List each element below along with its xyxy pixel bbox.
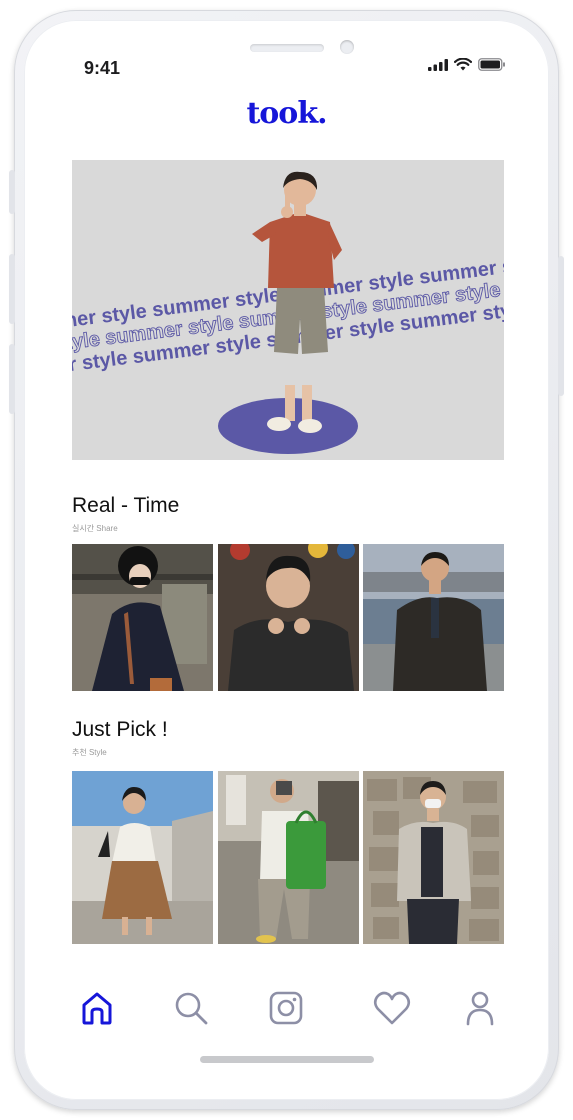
bottom-tab-bar bbox=[48, 986, 525, 1030]
wifi-icon bbox=[454, 58, 472, 71]
tab-instagram[interactable] bbox=[264, 986, 308, 1030]
app-logo: took. bbox=[246, 96, 327, 131]
hero-illustration: mmer style summer style summer style sum… bbox=[72, 171, 504, 454]
home-indicator[interactable] bbox=[200, 1056, 374, 1063]
realtime-photo-grid bbox=[72, 544, 504, 691]
tab-profile[interactable] bbox=[458, 986, 502, 1030]
realtime-photo-1[interactable] bbox=[72, 544, 213, 691]
justpick-photo-3[interactable] bbox=[363, 771, 504, 944]
speaker-grille bbox=[250, 44, 324, 52]
side-button-volume-down bbox=[9, 344, 15, 414]
search-icon bbox=[175, 992, 208, 1025]
status-time: 9:41 bbox=[84, 58, 121, 78]
tab-home[interactable] bbox=[75, 986, 119, 1030]
front-camera bbox=[340, 40, 354, 54]
battery-icon bbox=[478, 58, 505, 71]
instagram-icon bbox=[269, 991, 303, 1025]
section-subtitle-justpick: 추천 Style bbox=[72, 748, 107, 757]
justpick-photo-2[interactable] bbox=[217, 771, 359, 944]
person-icon bbox=[466, 991, 494, 1026]
status-icons bbox=[428, 58, 506, 71]
realtime-photo-2[interactable] bbox=[217, 544, 359, 691]
justpick-photo-1[interactable] bbox=[72, 771, 213, 944]
section-subtitle-realtime: 실시간 Share bbox=[72, 524, 118, 533]
tab-likes[interactable] bbox=[370, 986, 414, 1030]
section-title-justpick: Just Pick ! bbox=[72, 718, 168, 741]
justpick-photo-grid bbox=[72, 771, 504, 944]
tab-search[interactable] bbox=[169, 986, 213, 1030]
home-icon bbox=[82, 992, 112, 1025]
section-title-realtime: Real - Time bbox=[72, 494, 180, 517]
side-button-volume-up bbox=[9, 254, 15, 324]
hero-banner[interactable]: mmer style summer style summer style sum… bbox=[72, 160, 504, 460]
side-button-mute bbox=[9, 170, 15, 214]
cellular-signal-icon bbox=[428, 58, 448, 71]
heart-icon bbox=[373, 991, 411, 1025]
realtime-photo-3[interactable] bbox=[363, 544, 504, 691]
side-button-power bbox=[558, 256, 564, 396]
